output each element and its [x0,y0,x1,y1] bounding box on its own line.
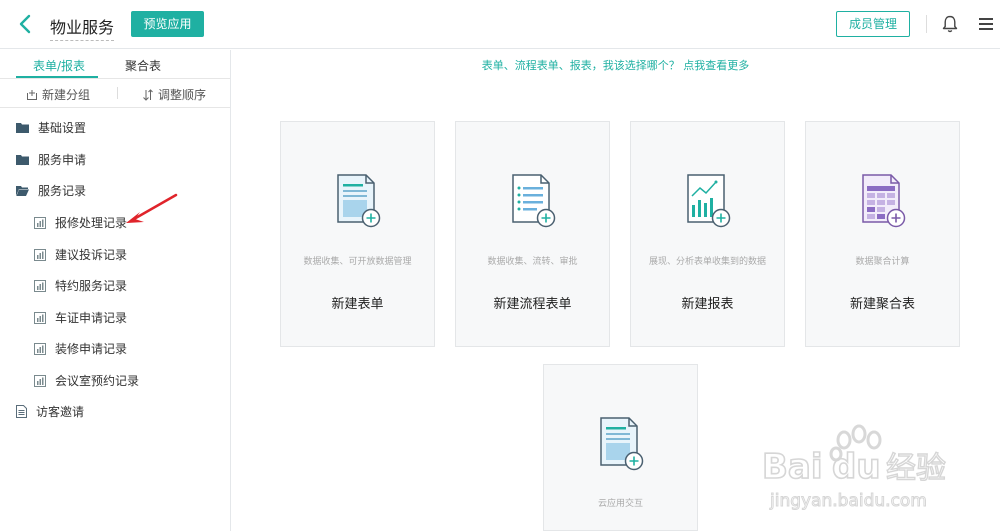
actions-divider [117,87,118,99]
cloud-app-icon [599,417,643,471]
sidebar-item-basic-settings[interactable]: 基础设置 [16,119,86,136]
card-title: 新建流程表单 [493,297,572,312]
sidebar-item-label: 基础设置 [38,121,87,135]
flow-form-icon [511,174,555,228]
sidebar-item-label: 特约服务记录 [55,279,128,293]
report-chart-icon [34,279,46,292]
new-group-button[interactable]: 新建分组 [26,86,90,103]
card-description: 云应用交互 [597,499,643,509]
sidebar-item-meeting-room-records[interactable]: 会议室预约记录 [34,372,139,389]
sort-icon [143,88,153,101]
new-group-icon [27,89,37,100]
sidebar-tabs: 表单/报表 聚合表 [0,50,230,79]
card-description: 展现、分析表单收集到的数据 [648,257,766,267]
card-description: 数据收集、流转、审批 [487,257,578,267]
reorder-button[interactable]: 调整顺序 [142,86,206,103]
card-title: 新建报表 [681,297,734,312]
folder-icon [16,123,29,133]
sidebar-item-label: 装修申请记录 [55,342,128,356]
card-description: 数据收集、可开放数据管理 [303,257,412,267]
new-form-card[interactable]: 数据收集、可开放数据管理 新建表单 [280,121,435,347]
new-aggregate-table-card[interactable]: 数据聚合计算 新建聚合表 [805,121,960,347]
tab-aggregate-tables[interactable]: 聚合表 [125,57,161,74]
header-divider [926,15,927,33]
sidebar-item-label: 访客邀请 [36,405,85,419]
card-description: 数据聚合计算 [855,257,910,267]
help-hint-link[interactable]: 表单、流程表单、报表，我该选择哪个？ 点我查看更多 [231,57,1000,73]
annotation-arrow-icon [126,193,178,223]
document-icon [16,405,27,418]
sidebar-item-label: 服务申请 [38,153,87,167]
report-chart-icon [34,374,46,387]
svg-text:du: du [832,447,881,487]
report-chart-icon [34,216,46,229]
form-icon [336,174,380,228]
aggregate-table-icon [861,174,905,228]
tab-forms-reports[interactable]: 表单/报表 [33,57,85,74]
sidebar-actions: 新建分组 调整顺序 [0,78,230,108]
sidebar-item-repair-records[interactable]: 报修处理记录 [34,214,127,231]
svg-text:jingyan.baidu.com: jingyan.baidu.com [769,491,927,511]
bell-icon[interactable] [940,14,960,34]
sidebar-item-label: 建议投诉记录 [55,248,128,262]
report-icon [686,174,730,228]
sidebar-item-renovation-records[interactable]: 装修申请记录 [34,340,127,357]
svg-text:经验: 经验 [886,451,946,486]
folder-open-icon [16,186,29,196]
card-title: 新建表单 [331,297,384,312]
baidu-jingyan-watermark: Bai du 经验 jingyan.baidu.com [762,424,947,512]
sidebar-item-vehicle-permit-records[interactable]: 车证申请记录 [34,309,127,326]
reorder-label: 调整顺序 [158,88,207,102]
preview-app-button[interactable]: 预览应用 [131,11,204,37]
card-title: 新建聚合表 [849,297,915,312]
back-chevron-icon[interactable] [14,12,38,36]
sidebar: 表单/报表 聚合表 新建分组 调整顺序 基础设置 服务申请 服务记录 报修处理记… [0,50,231,531]
sidebar-item-service-request[interactable]: 服务申请 [16,151,86,168]
new-flow-form-card[interactable]: 数据收集、流转、审批 新建流程表单 [455,121,610,347]
report-chart-icon [34,342,46,355]
cloud-app-interaction-card[interactable]: 云应用交互 [543,364,698,531]
sidebar-item-visitor-invite[interactable]: 访客邀请 [16,403,84,420]
svg-text:Bai: Bai [762,447,823,487]
sidebar-item-label: 会议室预约记录 [55,374,140,388]
report-chart-icon [34,248,46,261]
sidebar-item-special-service-records[interactable]: 特约服务记录 [34,277,127,294]
new-report-card[interactable]: 展现、分析表单收集到的数据 新建报表 [630,121,785,347]
hamburger-menu-icon[interactable] [978,16,994,32]
report-chart-icon [34,311,46,324]
sidebar-item-label: 车证申请记录 [55,311,128,325]
new-group-label: 新建分组 [42,88,91,102]
sidebar-item-label: 报修处理记录 [55,216,128,230]
sidebar-item-label: 服务记录 [38,184,87,198]
sidebar-item-suggestion-records[interactable]: 建议投诉记录 [34,246,127,263]
folder-icon [16,155,29,165]
app-title[interactable]: 物业服务 [50,14,115,41]
app-header: 物业服务 预览应用 成员管理 [0,0,1000,49]
sidebar-item-service-records[interactable]: 服务记录 [16,182,86,199]
member-management-button[interactable]: 成员管理 [836,11,910,37]
